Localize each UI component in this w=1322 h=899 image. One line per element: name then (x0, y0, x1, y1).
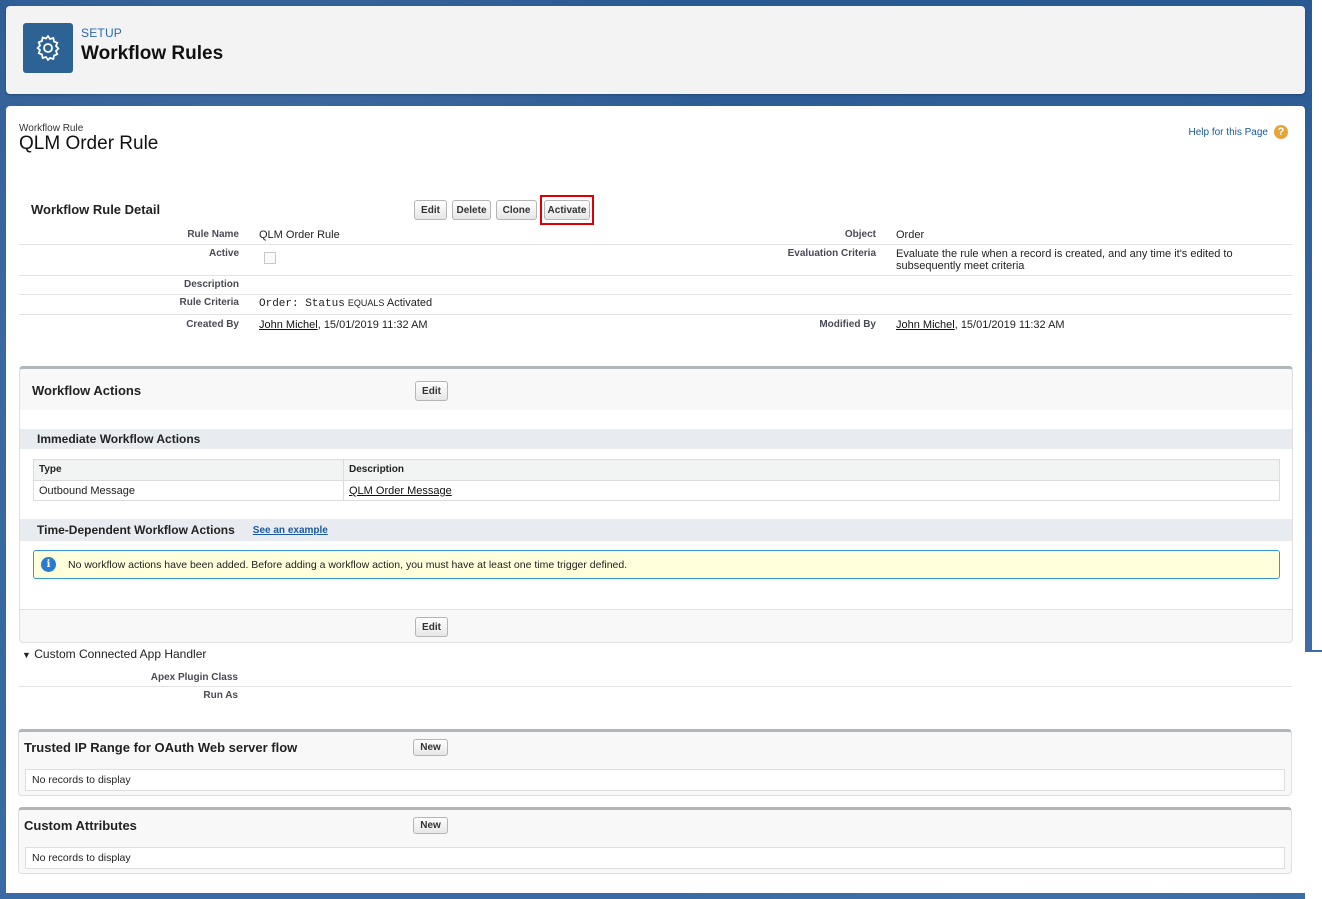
created-by-value: John Michel, 15/01/2019 11:32 AM (259, 319, 428, 331)
created-by-label: Created By (186, 319, 239, 330)
modified-by-value: John Michel, 15/01/2019 11:32 AM (896, 319, 1065, 331)
criteria-value: Activated (386, 297, 433, 309)
active-checkbox (264, 252, 276, 264)
trusted-ip-panel: Trusted IP Range for OAuth Web server fl… (18, 729, 1292, 796)
setup-label: SETUP (81, 26, 123, 40)
actions-edit-bottom-button[interactable]: Edit (415, 617, 448, 637)
custom-attributes-empty: No records to display (25, 847, 1285, 869)
modified-by-date: , 15/01/2019 11:32 AM (954, 319, 1065, 331)
divider (19, 314, 1292, 315)
criteria-field: Order: Status (259, 298, 345, 310)
created-by-date: , 15/01/2019 11:32 AM (317, 319, 428, 331)
custom-attributes-panel: Custom Attributes New No records to disp… (18, 807, 1292, 874)
help-label[interactable]: Help for this Page (1189, 127, 1269, 138)
evaluation-criteria-line2: subsequently meet criteria (896, 260, 1025, 272)
description-label: Description (183, 279, 239, 290)
rule-name-value: QLM Order Rule (259, 229, 340, 241)
connected-app-content: ▼ Custom Connected App Handler Apex Plug… (6, 647, 1305, 893)
custom-attributes-title: Custom Attributes (24, 818, 137, 833)
rule-criteria-label: Rule Criteria (179, 297, 239, 308)
help-link[interactable]: Help for this Page ? (1189, 125, 1288, 139)
rule-criteria-value: Order: Status EQUALS Activated (259, 297, 432, 310)
divider (19, 294, 1292, 295)
side-panel-edge (1312, 0, 1322, 650)
info-icon: i (41, 557, 56, 572)
created-by-user-link[interactable]: John Michel (259, 319, 318, 331)
row-type-cell: Outbound Message (39, 485, 136, 497)
highlight-box (540, 195, 594, 225)
object-value: Order (896, 229, 925, 241)
see-example-link[interactable]: See an example (253, 525, 328, 536)
custom-attributes-new-button[interactable]: New (413, 817, 448, 834)
info-message-text: No workflow actions have been added. Bef… (68, 558, 628, 571)
clone-button[interactable]: Clone (496, 200, 537, 220)
main-content: Workflow Rule QLM Order Rule Help for th… (6, 106, 1305, 652)
divider (19, 275, 1292, 276)
detail-section-title: Workflow Rule Detail (31, 202, 161, 217)
criteria-operator: EQUALS (347, 298, 385, 308)
modified-by-label: Modified By (819, 319, 876, 330)
workflow-actions-title: Workflow Actions (32, 383, 142, 398)
delete-button[interactable]: Delete (452, 200, 491, 220)
immediate-actions-table: Type Description Outbound Message QLM Or… (33, 459, 1280, 501)
immediate-actions-header: Immediate Workflow Actions (20, 429, 1292, 449)
run-as-label: Run As (203, 690, 238, 701)
info-message: i No workflow actions have been added. B… (33, 550, 1280, 579)
collapse-triangle-icon[interactable]: ▼ (22, 650, 31, 660)
apex-plugin-class-label: Apex Plugin Class (150, 672, 238, 683)
evaluation-criteria-line1: Evaluate the rule when a record is creat… (896, 248, 1233, 260)
trusted-ip-new-button[interactable]: New (413, 739, 448, 756)
gear-icon (23, 23, 73, 73)
divider (19, 244, 1292, 245)
workflow-actions-panel: Workflow Actions Edit Immediate Workflow… (19, 366, 1293, 643)
page-title: Workflow Rules (81, 43, 224, 64)
time-dependent-header: Time-Dependent Workflow Actions See an e… (20, 519, 1292, 541)
setup-header: SETUP Workflow Rules (6, 6, 1305, 94)
col-description-header: Description (349, 464, 405, 475)
active-label: Active (208, 248, 239, 259)
help-icon[interactable]: ? (1274, 125, 1288, 139)
col-type-header: Type (39, 464, 62, 475)
modified-by-user-link[interactable]: John Michel (896, 319, 955, 331)
record-title: QLM Order Rule (19, 133, 159, 154)
handler-section-header[interactable]: ▼ Custom Connected App Handler (22, 647, 206, 661)
rule-name-label: Rule Name (187, 229, 239, 240)
object-label: Object (844, 229, 876, 240)
handler-title: Custom Connected App Handler (34, 647, 207, 661)
row-description-link[interactable]: QLM Order Message (349, 485, 452, 497)
evaluation-criteria-label: Evaluation Criteria (787, 248, 876, 259)
trusted-ip-empty: No records to display (25, 769, 1285, 791)
trusted-ip-title: Trusted IP Range for OAuth Web server fl… (24, 740, 298, 755)
time-dependent-title: Time-Dependent Workflow Actions (37, 523, 235, 537)
actions-edit-button[interactable]: Edit (415, 381, 448, 401)
edit-button[interactable]: Edit (414, 200, 447, 220)
